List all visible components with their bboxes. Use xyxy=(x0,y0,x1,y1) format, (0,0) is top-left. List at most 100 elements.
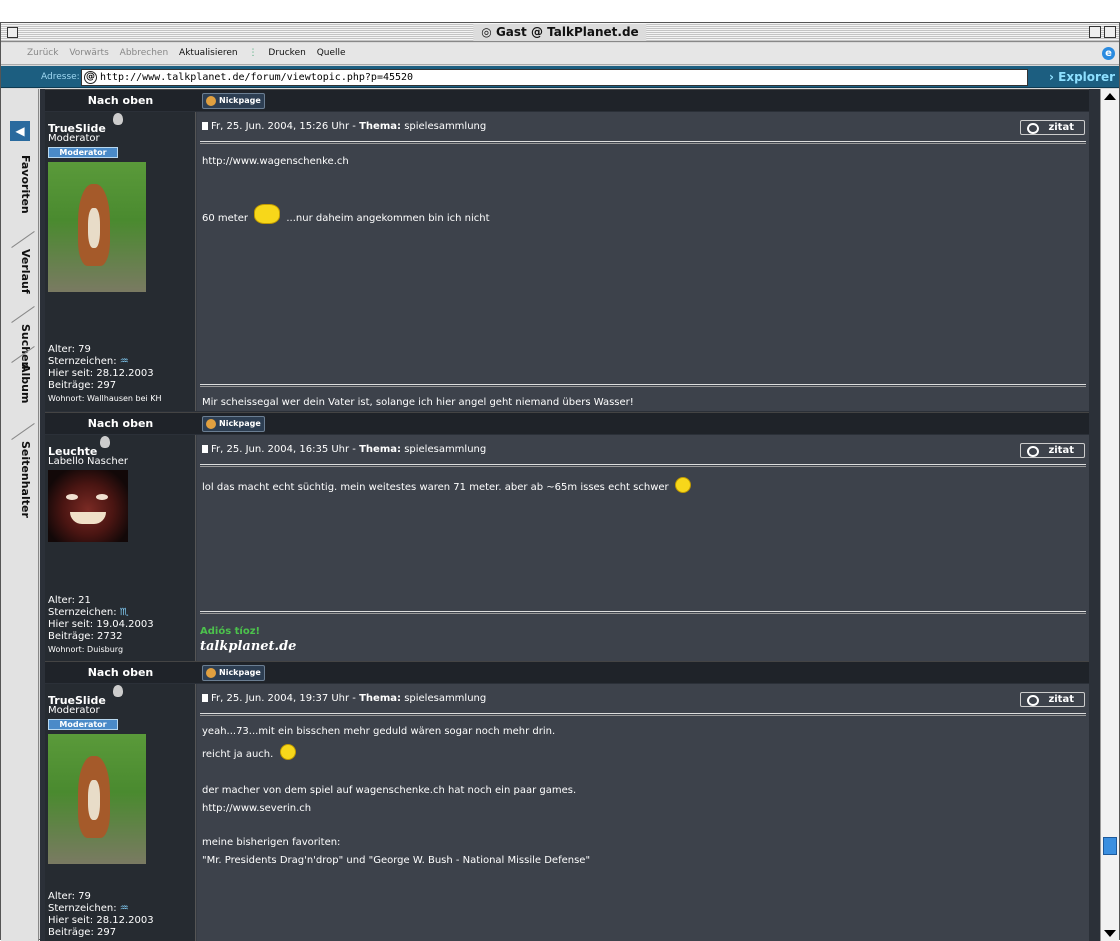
sidebar-toggle-icon[interactable]: ◀ xyxy=(10,121,30,141)
sidebar-tab-album[interactable]: Album xyxy=(10,364,32,403)
author-rank: Labello Nascher xyxy=(48,456,128,467)
author-since: Hier seit: 28.12.2003 xyxy=(48,915,154,926)
author-since: Hier seit: 28.12.2003 xyxy=(48,368,154,379)
sidebar-tab-favoriten[interactable]: Favoriten xyxy=(10,155,32,214)
author-zodiac: Sternzeichen: ♒ xyxy=(48,903,129,914)
scroll-down-arrow-icon[interactable] xyxy=(1104,930,1116,937)
cool-smiley-icon xyxy=(254,204,281,224)
smiley-icon xyxy=(279,744,296,760)
close-box-icon[interactable] xyxy=(7,27,18,38)
post-header: Fr, 25. Jun. 2004, 15:26 Uhr - Thema: sp… xyxy=(202,121,486,132)
forum-post: TrueSlide Moderator Moderator Alter: 79 … xyxy=(45,112,1089,411)
post-doc-icon xyxy=(202,445,208,453)
post-link[interactable]: http://www.wagenschenke.ch xyxy=(202,156,349,167)
forum-post: TrueSlide Moderator Moderator Alter: 79 … xyxy=(45,684,1089,941)
browser-toolbar: Zurück Vorwärts Abbrechen Aktualisieren … xyxy=(1,43,1119,65)
window-title-text: Gast @ TalkPlanet.de xyxy=(495,25,639,39)
topic-label: Thema: xyxy=(359,121,401,132)
post-text-line: lol das macht echt süchtig. mein weitest… xyxy=(202,477,694,493)
zodiac-label: Sternzeichen: xyxy=(48,356,117,367)
moderator-badge: Moderator xyxy=(48,719,118,730)
post-text-part: lol das macht echt süchtig. mein weitest… xyxy=(202,482,669,493)
refresh-button[interactable]: Aktualisieren xyxy=(179,48,238,58)
back-to-top-link[interactable]: Nach oben xyxy=(45,94,196,107)
moderator-badge: Moderator xyxy=(48,147,118,158)
sidebar-tab-verlauf[interactable]: Verlauf xyxy=(10,249,32,294)
nickpage-button[interactable]: Nickpage xyxy=(202,665,265,681)
zoom-box-icon[interactable] xyxy=(1089,26,1101,38)
explorer-sidebar: ◀ Favoriten Verlauf Suchen Album Seitenh… xyxy=(1,89,39,941)
explorer-go-label: Explorer xyxy=(1058,70,1115,84)
sidebar-tab-suchen[interactable]: Suchen xyxy=(10,324,32,369)
post-text-part: ...nur daheim angekommen bin ich nicht xyxy=(286,213,490,224)
post-divider xyxy=(200,464,1086,467)
post-nav-row: Nach oben Nickpage xyxy=(45,661,1089,683)
author-location: Wohnort: Wallhausen bei KH xyxy=(48,394,162,403)
vertical-scrollbar[interactable] xyxy=(1100,89,1119,941)
laughing-smiley-icon xyxy=(674,477,691,493)
author-column: TrueSlide Moderator Moderator Alter: 79 … xyxy=(45,684,196,941)
post-nav-row: Nach oben Nickpage xyxy=(45,412,1089,434)
online-bulb-icon xyxy=(100,436,110,448)
post-text-line: "Mr. Presidents Drag'n'drop" und "George… xyxy=(202,855,591,866)
post-link[interactable]: http://www.severin.ch xyxy=(202,803,311,814)
post-nav-row: Nach oben Nickpage xyxy=(45,89,1089,111)
signature-divider xyxy=(200,611,1086,614)
post-text-line: reicht ja auch. xyxy=(202,744,299,760)
author-age: Alter: 21 xyxy=(48,595,91,606)
print-button[interactable]: Drucken xyxy=(268,48,305,58)
online-bulb-icon xyxy=(113,113,123,125)
back-button[interactable]: Zurück xyxy=(27,48,58,58)
scroll-up-arrow-icon[interactable] xyxy=(1104,93,1116,100)
post-date: Fr, 25. Jun. 2004, 16:35 Uhr - xyxy=(211,444,356,455)
zodiac-label: Sternzeichen: xyxy=(48,607,117,618)
topic-label: Thema: xyxy=(359,444,401,455)
post-text-part: reicht ja auch. xyxy=(202,749,274,760)
toolbar-separator: ⋮ xyxy=(248,48,258,58)
stop-button[interactable]: Abbrechen xyxy=(120,48,169,58)
address-bar: Adresse: http://www.talkplanet.de/forum/… xyxy=(1,66,1119,88)
collapse-box-icon[interactable] xyxy=(1104,26,1116,38)
post-date: Fr, 25. Jun. 2004, 15:26 Uhr - xyxy=(211,121,356,132)
back-to-top-link[interactable]: Nach oben xyxy=(45,417,196,430)
zodiac-icon: ♏ xyxy=(119,607,129,618)
quote-button[interactable]: zitat xyxy=(1020,443,1085,458)
author-age: Alter: 79 xyxy=(48,891,91,902)
topic-label: Thema: xyxy=(359,693,401,704)
author-rank: Moderator xyxy=(48,133,100,144)
author-posts: Beiträge: 297 xyxy=(48,380,117,391)
post-signature: Mir scheissegal wer dein Vater ist, sola… xyxy=(202,397,634,408)
post-topic: spielesammlung xyxy=(404,444,487,455)
address-label: Adresse: xyxy=(41,72,80,82)
post-divider xyxy=(200,141,1086,144)
post-text-part: 60 meter xyxy=(202,213,248,224)
forward-button[interactable]: Vorwärts xyxy=(69,48,108,58)
author-posts: Beiträge: 297 xyxy=(48,927,117,938)
title-bar[interactable]: ◎ Gast @ TalkPlanet.de xyxy=(1,23,1119,42)
back-to-top-link[interactable]: Nach oben xyxy=(45,666,196,679)
zodiac-label: Sternzeichen: xyxy=(48,903,117,914)
address-input[interactable]: http://www.talkplanet.de/forum/viewtopic… xyxy=(81,69,1028,86)
nickpage-button[interactable]: Nickpage xyxy=(202,93,265,109)
post-doc-icon xyxy=(202,122,208,130)
avatar xyxy=(48,470,128,542)
quote-button[interactable]: zitat xyxy=(1020,120,1085,135)
explorer-logo-icon: e xyxy=(1102,47,1115,60)
post-text-line: 60 meter ...nur daheim angekommen bin ic… xyxy=(202,204,490,224)
source-button[interactable]: Quelle xyxy=(317,48,346,58)
author-rank: Moderator xyxy=(48,705,100,716)
browser-window: ◎ Gast @ TalkPlanet.de Zurück Vorwärts A… xyxy=(0,22,1120,941)
scroll-thumb[interactable] xyxy=(1103,837,1117,855)
post-text-line: meine bisherigen favoriten: xyxy=(202,837,341,848)
signature-greeting: Adiós tíoz! xyxy=(200,626,261,637)
nickpage-button[interactable]: Nickpage xyxy=(202,416,265,432)
explorer-go-button[interactable]: › Explorer xyxy=(1049,70,1115,84)
page-content: Nach oben Nickpage TrueSlide Moderator M… xyxy=(40,89,1100,941)
sidebar-divider xyxy=(11,423,35,440)
forum-post: Leuchte Labello Nascher Alter: 21 Sternz… xyxy=(45,435,1089,661)
post-header: Fr, 25. Jun. 2004, 16:35 Uhr - Thema: sp… xyxy=(202,444,486,455)
sidebar-tab-seitenhalter[interactable]: Seitenhalter xyxy=(10,441,32,518)
post-date: Fr, 25. Jun. 2004, 19:37 Uhr - xyxy=(211,693,356,704)
author-age: Alter: 79 xyxy=(48,344,91,355)
quote-button[interactable]: zitat xyxy=(1020,692,1085,707)
